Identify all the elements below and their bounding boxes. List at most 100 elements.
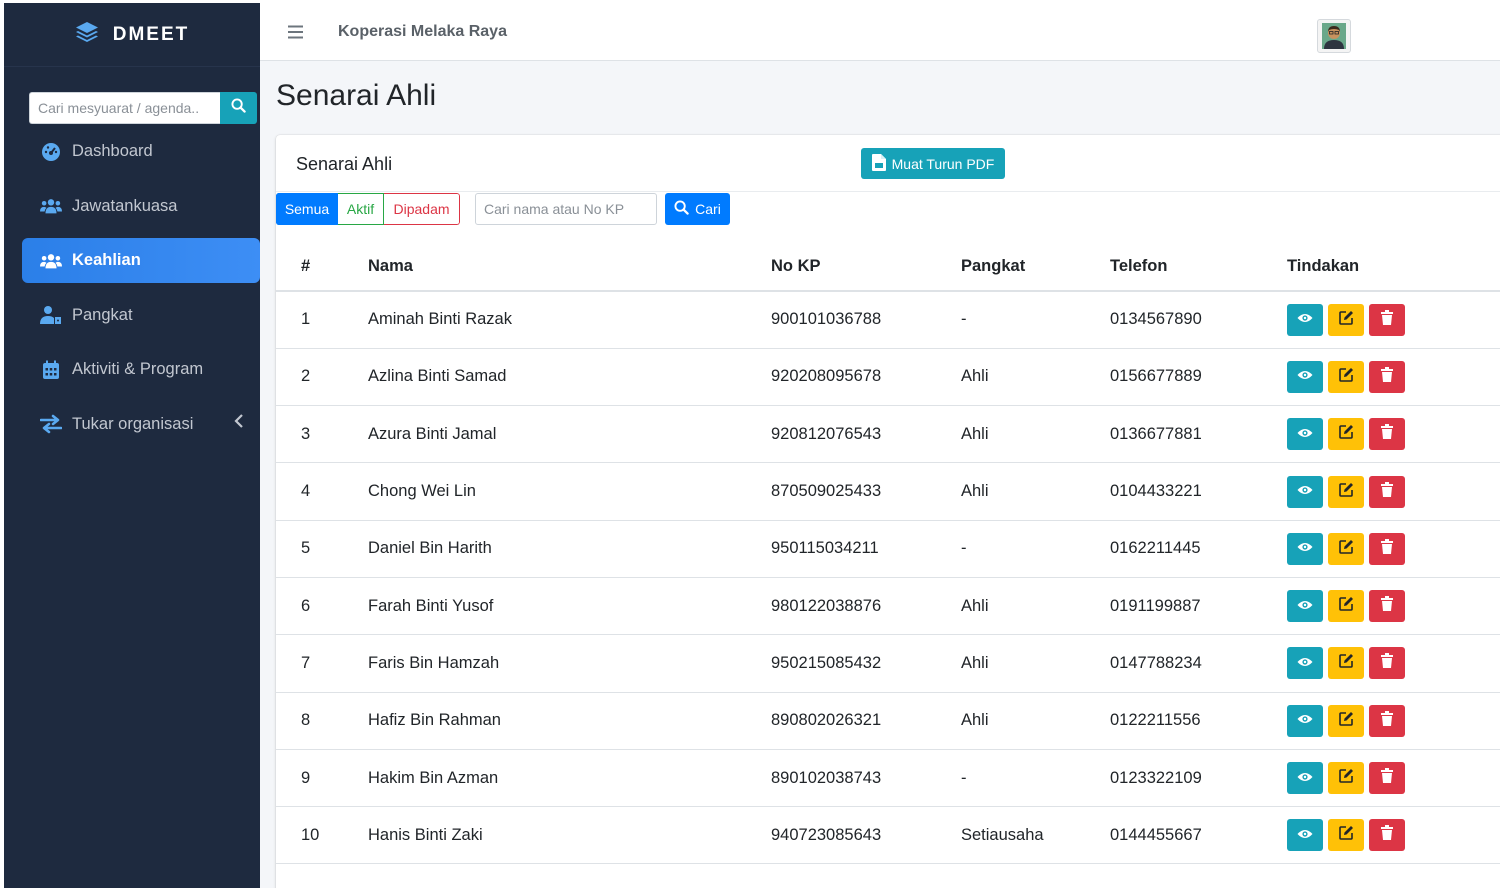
delete-button[interactable] — [1369, 475, 1405, 508]
view-button[interactable] — [1287, 762, 1323, 795]
sidebar-item-label: Keahlian — [72, 251, 141, 269]
view-button[interactable] — [1287, 418, 1323, 451]
eye-icon — [1297, 826, 1313, 845]
member-phone: 0122211556 — [1110, 692, 1287, 750]
delete-button[interactable] — [1369, 762, 1405, 795]
trash-icon — [1381, 481, 1393, 502]
action-group — [1287, 762, 1500, 795]
edit-button[interactable] — [1328, 303, 1364, 336]
delete-button[interactable] — [1369, 360, 1405, 393]
member-phone: 0147788234 — [1110, 634, 1287, 693]
edit-button[interactable] — [1328, 819, 1364, 852]
delete-button[interactable] — [1369, 704, 1405, 737]
view-button[interactable] — [1287, 590, 1323, 623]
member-ic: 890802026321 — [771, 692, 961, 750]
member-name: Aminah Binti Razak — [368, 291, 771, 349]
edit-button[interactable] — [1328, 475, 1364, 508]
edit-button[interactable] — [1328, 532, 1364, 565]
filter-active-button[interactable]: Aktif — [338, 193, 384, 225]
organization-name[interactable]: Koperasi Melaka Raya — [338, 23, 507, 41]
member-rank: Setiausaha — [961, 806, 1110, 865]
column-header: # — [276, 243, 368, 292]
filter-all-button[interactable]: Semua — [276, 193, 338, 225]
eye-icon — [1297, 654, 1313, 673]
table-row: 4 Chong Wei Lin 870509025433 Ahli 0104433221 — [276, 462, 1500, 521]
search-icon — [674, 200, 689, 218]
delete-button[interactable] — [1369, 418, 1405, 451]
eye-icon — [1297, 367, 1313, 386]
member-ic: 940723085643 — [771, 806, 961, 865]
view-button[interactable] — [1287, 647, 1323, 680]
column-header: Tindakan — [1287, 243, 1500, 292]
status-filter-group: Semua Aktif Dipadam — [276, 193, 460, 225]
edit-button[interactable] — [1328, 647, 1364, 680]
member-phone: 0156677889 — [1110, 348, 1287, 407]
sidebar-item-tukar-organisasi[interactable]: Tukar organisasi — [22, 402, 260, 447]
member-rank: - — [961, 291, 1110, 349]
row-actions — [1287, 806, 1500, 865]
edit-button[interactable] — [1328, 418, 1364, 451]
view-button[interactable] — [1287, 303, 1323, 336]
brand-name: DMEET — [112, 23, 190, 45]
page-title: Senarai Ahli — [276, 79, 437, 112]
edit-icon — [1338, 768, 1354, 788]
sidebar-item-pangkat[interactable]: Pangkat — [22, 293, 260, 338]
action-group — [1287, 590, 1500, 623]
member-search-input[interactable] — [475, 193, 657, 225]
brand[interactable]: DMEET — [4, 3, 260, 67]
sidebar-search-button[interactable] — [220, 92, 257, 124]
row-actions — [1287, 405, 1500, 464]
member-ic: 980122038876 — [771, 577, 961, 636]
edit-button[interactable] — [1328, 704, 1364, 737]
search-button[interactable]: Cari — [665, 193, 730, 225]
member-rank: - — [961, 520, 1110, 578]
avatar[interactable] — [1317, 19, 1351, 53]
table-row: 6 Farah Binti Yusof 980122038876 Ahli 019119… — [276, 577, 1500, 636]
edit-button[interactable] — [1328, 590, 1364, 623]
row-actions — [1287, 291, 1500, 349]
member-phone: 0104433221 — [1110, 462, 1287, 521]
delete-button[interactable] — [1369, 819, 1405, 852]
view-button[interactable] — [1287, 704, 1323, 737]
view-button[interactable] — [1287, 819, 1323, 852]
sidebar-search — [29, 92, 257, 124]
member-name: Chong Wei Lin — [368, 462, 771, 521]
view-button[interactable] — [1287, 475, 1323, 508]
action-group — [1287, 418, 1500, 451]
sidebar-item-keahlian[interactable]: Keahlian — [22, 238, 260, 283]
row-actions — [1287, 749, 1500, 808]
sidebar-item-aktiviti[interactable]: Aktiviti & Program — [22, 347, 260, 392]
filter-deleted-button[interactable]: Dipadam — [384, 193, 460, 225]
view-button[interactable] — [1287, 360, 1323, 393]
member-rank: Ahli — [961, 634, 1110, 693]
member-name: Daniel Bin Harith — [368, 520, 771, 578]
edit-icon — [1338, 653, 1354, 673]
table-row: 9 Hakim Bin Azman 890102038743-0123322109 — [276, 749, 1500, 808]
member-name: Hafiz Bin Rahman — [368, 692, 771, 750]
delete-button[interactable] — [1369, 590, 1405, 623]
filter-bar: Semua Aktif Dipadam Cari — [276, 193, 730, 225]
view-button[interactable] — [1287, 532, 1323, 565]
download-pdf-button[interactable]: Muat Turun PDF — [861, 148, 1005, 179]
file-pdf-icon — [871, 153, 886, 174]
sidebar-item-dashboard[interactable]: Dashboard — [22, 129, 260, 174]
delete-button[interactable] — [1369, 303, 1405, 336]
trash-icon — [1381, 768, 1393, 788]
chevron-left-icon[interactable] — [234, 413, 244, 433]
sidebar-item-jawatankuasa[interactable]: Jawatankuasa — [22, 184, 260, 229]
edit-button[interactable] — [1328, 360, 1364, 393]
sidebar-search-input[interactable] — [29, 92, 220, 124]
edit-icon — [1338, 711, 1354, 731]
row-actions — [1287, 577, 1500, 636]
delete-button[interactable] — [1369, 647, 1405, 680]
eye-icon — [1297, 310, 1313, 329]
card-title: Senarai Ahli — [296, 154, 393, 174]
member-ic: 900101036788 — [771, 291, 961, 349]
row-number: 10 — [276, 806, 368, 865]
hamburger-menu-icon[interactable] — [288, 25, 304, 44]
topbar: Koperasi Melaka Raya — [260, 3, 1500, 61]
delete-button[interactable] — [1369, 532, 1405, 565]
member-name: Farah Binti Yusof — [368, 577, 771, 636]
download-pdf-label: Muat Turun PDF — [891, 155, 995, 172]
edit-button[interactable] — [1328, 762, 1364, 795]
